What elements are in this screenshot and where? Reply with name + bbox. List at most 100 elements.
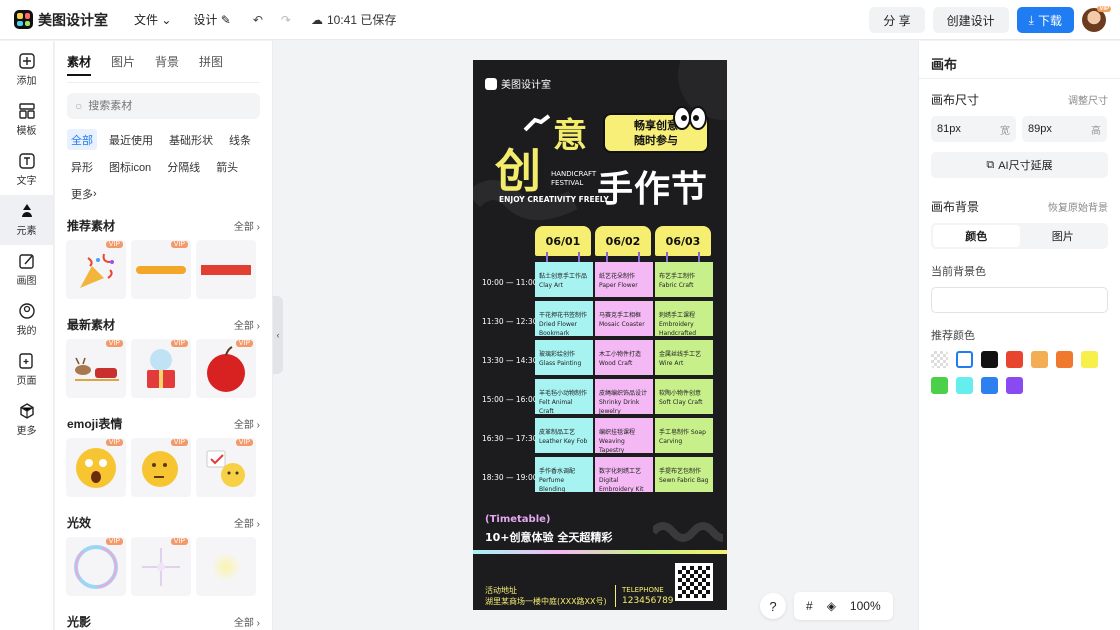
download-button[interactable]: ⤓ 下载	[1016, 7, 1074, 33]
schedule-cell: 马赛克手工相框 Mosaic Coaster	[595, 301, 653, 338]
ai-extend-button[interactable]: ⧉ AI尺寸延展	[931, 152, 1108, 178]
see-all-link[interactable]: 全部 ›	[234, 614, 260, 629]
rail-label: 更多	[16, 426, 37, 437]
swatch-green[interactable]	[931, 377, 948, 394]
rail-item-elements[interactable]: 元素	[0, 195, 53, 245]
rail-item-template[interactable]: 模板	[0, 95, 53, 145]
chick-emoji-thumb[interactable]: VIP	[196, 438, 256, 497]
share-button[interactable]: 分 享	[869, 7, 925, 33]
schedule-cell: 手作香水调配 Perfume Blending	[535, 457, 593, 494]
width-unit: 宽	[1000, 125, 1010, 137]
canvas-stage: 美图设计室 畅享创意 随时参与 创 意 HANDICRAFT FESTIVAL 手作…	[283, 41, 917, 630]
chip-arrows[interactable]: 箭头	[212, 156, 242, 177]
tab-backgrounds[interactable]: 背景	[155, 53, 179, 76]
zoom-level[interactable]: 100%	[850, 599, 881, 613]
brush-stroke-thumb[interactable]: VIP	[131, 240, 191, 299]
rail-item-more[interactable]: 更多	[0, 395, 53, 445]
cube-icon	[19, 403, 35, 419]
swatch-white[interactable]	[956, 351, 973, 368]
address-block: 活动地址 湖里某商场一楼中庭(XXX路XX号)	[485, 585, 607, 607]
chip-irregular[interactable]: 异形	[67, 156, 97, 177]
reset-bg-link[interactable]: 恢复原始背景	[1048, 199, 1108, 214]
vip-tag: VIP	[235, 340, 253, 347]
swatch-orange[interactable]	[1056, 351, 1073, 368]
party-popper-thumb[interactable]: VIP	[66, 240, 126, 299]
sparkle-thumb[interactable]: VIP	[131, 537, 191, 596]
search-input[interactable]	[88, 100, 239, 112]
reindeer-sleigh-thumb[interactable]: VIP	[66, 339, 126, 398]
vip-tag: VIP	[170, 439, 188, 446]
left-rail: 添加 模板 文字 元素 画图 我的 页面 更多	[0, 41, 54, 630]
chip-all[interactable]: 全部	[67, 129, 97, 150]
chip-more[interactable]: 更多 ›	[67, 183, 101, 204]
swatch-cyan[interactable]	[956, 377, 973, 394]
chip-recent[interactable]: 最近使用	[105, 129, 157, 150]
swatch-blue[interactable]	[981, 377, 998, 394]
avatar[interactable]: VIP	[1082, 6, 1111, 32]
red-bar-thumb[interactable]	[196, 240, 256, 299]
template-icon	[18, 103, 35, 119]
chip-icons[interactable]: 图标icon	[105, 156, 155, 177]
canvas-bg-row: 画布背景 恢复原始背景	[931, 198, 1108, 215]
bg-color-tab[interactable]: 颜色	[933, 225, 1020, 247]
tab-materials[interactable]: 素材	[67, 53, 92, 76]
schedule-cell: 金属丝线手工艺 Wire Art	[655, 340, 713, 377]
canvas-size-row: 画布尺寸 调整尺寸	[931, 91, 1108, 108]
swatch-light-orange[interactable]	[1031, 351, 1048, 368]
schedule-row: 干花押花书签制作 Dried Flower Bookmark 马赛克手工相框 Mo…	[535, 301, 715, 340]
rail-item-page[interactable]: 页面	[0, 345, 53, 395]
schedule-row: 手作香水调配 Perfume Blending 数字化刺绣工艺 Digital E…	[535, 457, 715, 496]
see-all-link[interactable]: 全部 ›	[234, 317, 260, 332]
glow-thumb[interactable]	[196, 537, 256, 596]
swatch-yellow[interactable]	[1081, 351, 1098, 368]
rail-item-mine[interactable]: 我的	[0, 295, 53, 345]
bg-image-tab[interactable]: 图片	[1020, 225, 1107, 247]
gift-box-thumb[interactable]: VIP	[131, 339, 191, 398]
shocked-emoji-thumb[interactable]: VIP	[66, 438, 126, 497]
adjust-size-link[interactable]: 调整尺寸	[1068, 92, 1108, 107]
bubble-line-2: 随时参与	[634, 134, 678, 147]
tab-images[interactable]: 图片	[111, 53, 135, 76]
bubble-ring-thumb[interactable]: VIP	[66, 537, 126, 596]
section-title: 推荐素材	[67, 218, 116, 233]
canvas-bg-label: 画布背景	[931, 200, 980, 214]
rail-item-text[interactable]: 文字	[0, 145, 53, 195]
swatch-transparent[interactable]	[931, 351, 948, 368]
app-logo[interactable]: 美图设计室	[14, 10, 108, 30]
swatch-purple[interactable]	[1006, 377, 1023, 394]
grid-icon[interactable]: #	[806, 599, 813, 613]
section-title: 最新素材	[67, 317, 116, 332]
create-design-button[interactable]: 创建设计	[932, 7, 1009, 33]
chip-basic-shapes[interactable]: 基础形状	[165, 129, 217, 150]
collapse-panel-handle[interactable]: ‹	[273, 296, 283, 374]
current-bg-swatch[interactable]	[931, 287, 1108, 313]
thinking-emoji-thumb[interactable]: VIP	[131, 438, 191, 497]
section-title: 光影	[67, 614, 92, 629]
design-menu[interactable]: 设计 ✎	[193, 11, 230, 28]
undo-icon[interactable]: ↶	[253, 13, 263, 27]
see-all-link[interactable]: 全部 ›	[234, 515, 260, 530]
schedule-cell: 手提布艺包制作 Sewn Fabric Bag	[655, 457, 713, 494]
see-all-link[interactable]: 全部 ›	[234, 416, 260, 431]
width-field[interactable]: 81px 宽	[931, 116, 1016, 142]
chip-dividers[interactable]: 分隔线	[163, 156, 204, 177]
swatch-red[interactable]	[1006, 351, 1023, 368]
wave-decor	[653, 522, 723, 542]
tab-collage[interactable]: 拼图	[199, 53, 223, 76]
chip-lines[interactable]: 线条	[225, 129, 255, 150]
schedule-cell: 刺绣手工课程 Embroidery Handcrafted	[655, 301, 713, 338]
rail-item-add[interactable]: 添加	[0, 45, 53, 95]
redo-icon[interactable]: ↷	[281, 13, 291, 27]
download-icon: ⤓	[1028, 12, 1034, 27]
poster-canvas[interactable]: 美图设计室 畅享创意 随时参与 创 意 HANDICRAFT FESTIVAL 手作…	[473, 60, 727, 610]
swatch-black[interactable]	[981, 351, 998, 368]
apple-thumb[interactable]: VIP	[196, 339, 256, 398]
see-all-link[interactable]: 全部 ›	[234, 218, 260, 233]
height-field[interactable]: 89px 高	[1022, 116, 1107, 142]
rail-item-draw[interactable]: 画图	[0, 245, 53, 295]
layers-icon[interactable]: ◈	[827, 599, 836, 613]
file-menu[interactable]: 文件 ⌄	[134, 11, 171, 28]
help-button[interactable]: ?	[760, 593, 786, 619]
current-bg-row: 当前背景色	[931, 263, 1108, 279]
search-box[interactable]: ○	[67, 93, 260, 119]
